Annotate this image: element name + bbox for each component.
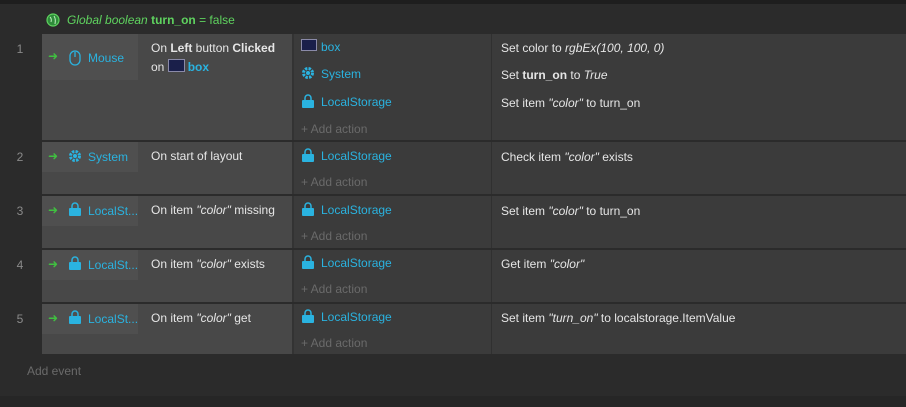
column-divider xyxy=(292,196,294,248)
condition-text[interactable]: On Left button Clicked on box xyxy=(151,39,275,77)
action-text[interactable]: Set color to rgbEx(100, 100, 0) xyxy=(501,41,664,55)
action-column-divider xyxy=(491,34,492,140)
top-border xyxy=(0,0,906,4)
action-text[interactable]: Set item "color" to turn_on xyxy=(501,204,640,218)
column-divider xyxy=(292,250,294,302)
gear-icon xyxy=(68,149,84,165)
column-divider xyxy=(292,142,294,194)
storage-icon xyxy=(301,255,317,271)
add-action-link[interactable]: + Add action xyxy=(301,336,367,350)
event-block[interactable]: 3 ➜ LocalSt... On item "color" missing L… xyxy=(0,196,906,248)
event-number: 1 xyxy=(16,42,24,56)
action-text[interactable]: Get item "color" xyxy=(501,257,584,271)
action-object[interactable]: LocalStorage xyxy=(301,146,392,166)
storage-icon xyxy=(301,94,317,110)
condition-text[interactable]: On item "color" missing xyxy=(151,201,275,220)
event-number: 5 xyxy=(16,312,24,326)
trigger-arrow-icon: ➜ xyxy=(48,311,59,325)
event-number: 2 xyxy=(16,150,24,164)
add-action-link[interactable]: + Add action xyxy=(301,122,367,136)
action-column-divider xyxy=(491,304,492,354)
storage-icon xyxy=(68,202,84,218)
action-text[interactable]: Check item "color" exists xyxy=(501,150,633,164)
action-object[interactable]: LocalStorage xyxy=(301,253,392,273)
action-column-divider xyxy=(491,142,492,194)
condition-text[interactable]: On start of layout xyxy=(151,147,242,166)
condition-object-name[interactable]: Mouse xyxy=(88,51,124,65)
global-variable-text: Global boolean turn_on = false xyxy=(67,13,235,27)
condition-object-name[interactable]: LocalSt... xyxy=(88,204,138,218)
storage-icon xyxy=(68,310,84,326)
event-number: 3 xyxy=(16,204,24,218)
action-text[interactable]: Set turn_on to True xyxy=(501,68,608,82)
globe-icon xyxy=(46,13,60,27)
storage-icon xyxy=(68,256,84,272)
condition-text[interactable]: On item "color" get xyxy=(151,309,251,328)
condition-object-name[interactable]: System xyxy=(88,150,128,164)
action-text[interactable]: Set item "color" to turn_on xyxy=(501,96,640,110)
action-object[interactable]: System xyxy=(301,64,361,84)
column-divider xyxy=(292,304,294,354)
condition-object-name[interactable]: LocalSt... xyxy=(88,312,138,326)
column-divider xyxy=(292,34,294,140)
action-text[interactable]: Set item "turn_on" to localstorage.ItemV… xyxy=(501,311,735,325)
action-object[interactable]: LocalStorage xyxy=(301,307,392,327)
action-column-divider xyxy=(491,196,492,248)
trigger-arrow-icon: ➜ xyxy=(48,149,59,163)
action-column-divider xyxy=(491,250,492,302)
mouse-icon xyxy=(68,50,84,66)
bottom-border xyxy=(0,396,906,407)
trigger-arrow-icon: ➜ xyxy=(48,203,59,217)
trigger-arrow-icon: ➜ xyxy=(48,257,59,271)
event-number: 4 xyxy=(16,258,24,272)
storage-icon xyxy=(301,202,317,218)
add-action-link[interactable]: + Add action xyxy=(301,282,367,296)
add-event-link[interactable]: Add event xyxy=(27,364,81,378)
add-action-link[interactable]: + Add action xyxy=(301,175,367,189)
global-variable-row[interactable]: Global boolean turn_on = false xyxy=(0,8,906,32)
storage-icon xyxy=(301,309,317,325)
event-block[interactable]: 1 ➜ Mouse On Left button Clicked on box … xyxy=(0,34,906,140)
action-object[interactable]: LocalStorage xyxy=(301,200,392,220)
box-swatch-icon xyxy=(167,59,185,72)
box-swatch-icon xyxy=(301,39,317,55)
event-block[interactable]: 2 ➜ System On start of layout LocalStora… xyxy=(0,142,906,194)
action-object[interactable]: box xyxy=(301,37,340,57)
add-action-link[interactable]: + Add action xyxy=(301,229,367,243)
condition-object-name[interactable]: LocalSt... xyxy=(88,258,138,272)
trigger-arrow-icon: ➜ xyxy=(48,49,59,63)
storage-icon xyxy=(301,148,317,164)
event-block[interactable]: 5 ➜ LocalSt... On item "color" get Local… xyxy=(0,304,906,354)
condition-text[interactable]: On item "color" exists xyxy=(151,255,265,274)
action-object[interactable]: LocalStorage xyxy=(301,92,392,112)
gear-icon xyxy=(301,66,317,82)
event-block[interactable]: 4 ➜ LocalSt... On item "color" exists Lo… xyxy=(0,250,906,302)
